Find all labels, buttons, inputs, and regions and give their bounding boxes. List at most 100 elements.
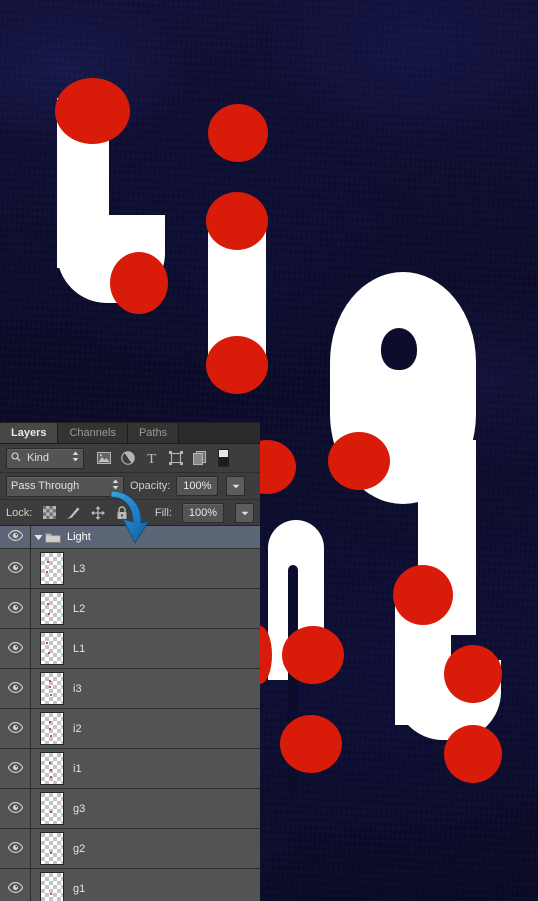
fill-label: Fill: — [154, 506, 172, 519]
fill-input[interactable]: 100% — [182, 502, 224, 523]
layer-row[interactable]: g1 — [0, 869, 260, 901]
layer-row[interactable]: i3 — [0, 669, 260, 709]
eye-icon — [7, 801, 23, 816]
layer-list[interactable]: Light L3 L2 L1 i3 i2 i1 g3 g2 g1 — [0, 526, 260, 901]
layer-visibility-toggle[interactable] — [0, 829, 31, 868]
layer-name: i1 — [73, 762, 82, 775]
layer-thumbnail[interactable] — [40, 632, 64, 665]
thumbnail-content-dot — [49, 680, 51, 682]
updown-stepper-icon[interactable] — [72, 451, 79, 465]
layer-thumbnail[interactable] — [40, 872, 64, 901]
tab-layers[interactable]: Layers — [0, 423, 59, 443]
eye-icon — [7, 530, 23, 544]
filter-toggle-icon[interactable] — [218, 449, 229, 467]
pixel-layer-filter-icon[interactable] — [96, 451, 111, 466]
type-layer-filter-icon[interactable]: T — [144, 451, 159, 466]
artwork-dot-i-bottom — [206, 336, 268, 394]
layer-thumbnail[interactable] — [40, 792, 64, 825]
layer-visibility-toggle[interactable] — [0, 629, 31, 668]
layer-visibility-toggle[interactable] — [0, 549, 31, 588]
eye-icon — [7, 561, 23, 576]
fill-dropdown-button[interactable] — [235, 502, 254, 523]
layer-thumbnail[interactable] — [40, 712, 64, 745]
smart-object-filter-icon[interactable] — [192, 451, 207, 466]
layer-visibility-toggle[interactable] — [0, 589, 31, 628]
eye-icon — [7, 841, 23, 856]
layer-name: L1 — [73, 642, 86, 655]
filter-kind-select[interactable]: Kind — [6, 447, 84, 469]
layer-thumbnail[interactable] — [40, 592, 64, 625]
layer-visibility-toggle[interactable] — [0, 749, 31, 788]
thumbnail-content-dot — [50, 893, 52, 895]
layer-row[interactable]: g2 — [0, 829, 260, 869]
layer-visibility-toggle[interactable] — [0, 526, 31, 548]
panel-tab-strip: Layers Channels Paths — [0, 423, 260, 444]
layer-name: Light — [67, 531, 91, 543]
thumbnail-content-dot — [50, 776, 52, 778]
adjustment-layer-filter-icon[interactable] — [120, 451, 135, 466]
layer-visibility-toggle[interactable] — [0, 709, 31, 748]
layer-row[interactable]: L3 — [0, 549, 260, 589]
layer-visibility-toggle[interactable] — [0, 869, 31, 901]
layer-name: L2 — [73, 602, 86, 615]
eye-icon — [7, 601, 23, 616]
thumbnail-content-dot — [50, 852, 52, 854]
layer-row[interactable]: i2 — [0, 709, 260, 749]
eye-icon — [7, 641, 23, 656]
layer-thumbnail[interactable] — [40, 832, 64, 865]
artwork-dot-i-title — [208, 104, 268, 162]
thumbnail-content-dot — [48, 613, 50, 615]
thumbnail-content-dot — [49, 721, 51, 723]
blend-mode-row: Pass Through Opacity: 100% — [0, 473, 260, 500]
layer-row[interactable]: L1 — [0, 629, 260, 669]
blend-mode-value: Pass Through — [11, 480, 80, 492]
filter-type-icons: T — [96, 451, 207, 466]
chevron-down-icon — [241, 507, 249, 519]
artwork-dot-t-crossbar — [444, 645, 502, 703]
artwork-letter-g-counter — [381, 328, 417, 370]
tab-paths[interactable]: Paths — [127, 423, 180, 443]
blend-mode-select[interactable]: Pass Through — [6, 475, 124, 497]
thumbnail-content-dot — [50, 769, 52, 771]
eye-icon — [7, 721, 23, 736]
artwork-dot-h-right — [282, 626, 344, 684]
eye-icon — [7, 681, 23, 696]
tab-layers-label: Layers — [11, 427, 47, 439]
eye-icon — [7, 881, 23, 896]
group-expand-twisty-icon[interactable] — [31, 534, 45, 541]
eye-icon — [7, 761, 23, 776]
artwork-dot-t-top — [393, 565, 453, 625]
artwork-dot-g-bowl — [328, 432, 390, 490]
layer-row[interactable]: g3 — [0, 789, 260, 829]
layer-row[interactable]: i1 — [0, 749, 260, 789]
artwork-dot-h-bottom — [280, 715, 342, 773]
thumbnail-content-dot — [47, 561, 49, 563]
opacity-dropdown-button[interactable] — [226, 476, 246, 496]
filter-kind-label: Kind — [27, 452, 50, 464]
layer-thumbnail[interactable] — [40, 752, 64, 785]
svg-text:T: T — [147, 452, 156, 465]
layer-visibility-toggle[interactable] — [0, 669, 31, 708]
thumbnail-content-dot — [49, 728, 51, 730]
updown-stepper-icon[interactable] — [112, 479, 119, 493]
opacity-label: Opacity: — [130, 480, 171, 492]
tab-paths-label: Paths — [138, 427, 168, 439]
artwork-dot-t-foot — [444, 725, 502, 783]
folder-icon — [45, 531, 61, 544]
opacity-input[interactable]: 100% — [176, 476, 219, 496]
layer-thumbnail[interactable] — [40, 552, 64, 585]
lock-position-icon[interactable] — [90, 505, 105, 520]
lock-image-icon[interactable] — [66, 505, 81, 520]
artwork-dot-i-top — [206, 192, 268, 250]
layer-row[interactable]: L2 — [0, 589, 260, 629]
lock-transparency-icon[interactable] — [42, 505, 57, 520]
thumbnail-content-dot — [50, 811, 52, 813]
thumbnail-content-dot — [49, 762, 51, 764]
layer-group-row[interactable]: Light — [0, 526, 260, 549]
layer-thumbnail[interactable] — [40, 672, 64, 705]
shape-layer-filter-icon[interactable] — [168, 451, 183, 466]
thumbnail-content-dot — [50, 735, 52, 737]
tab-channels[interactable]: Channels — [58, 423, 128, 443]
lock-all-icon[interactable] — [114, 505, 129, 520]
layer-visibility-toggle[interactable] — [0, 789, 31, 828]
